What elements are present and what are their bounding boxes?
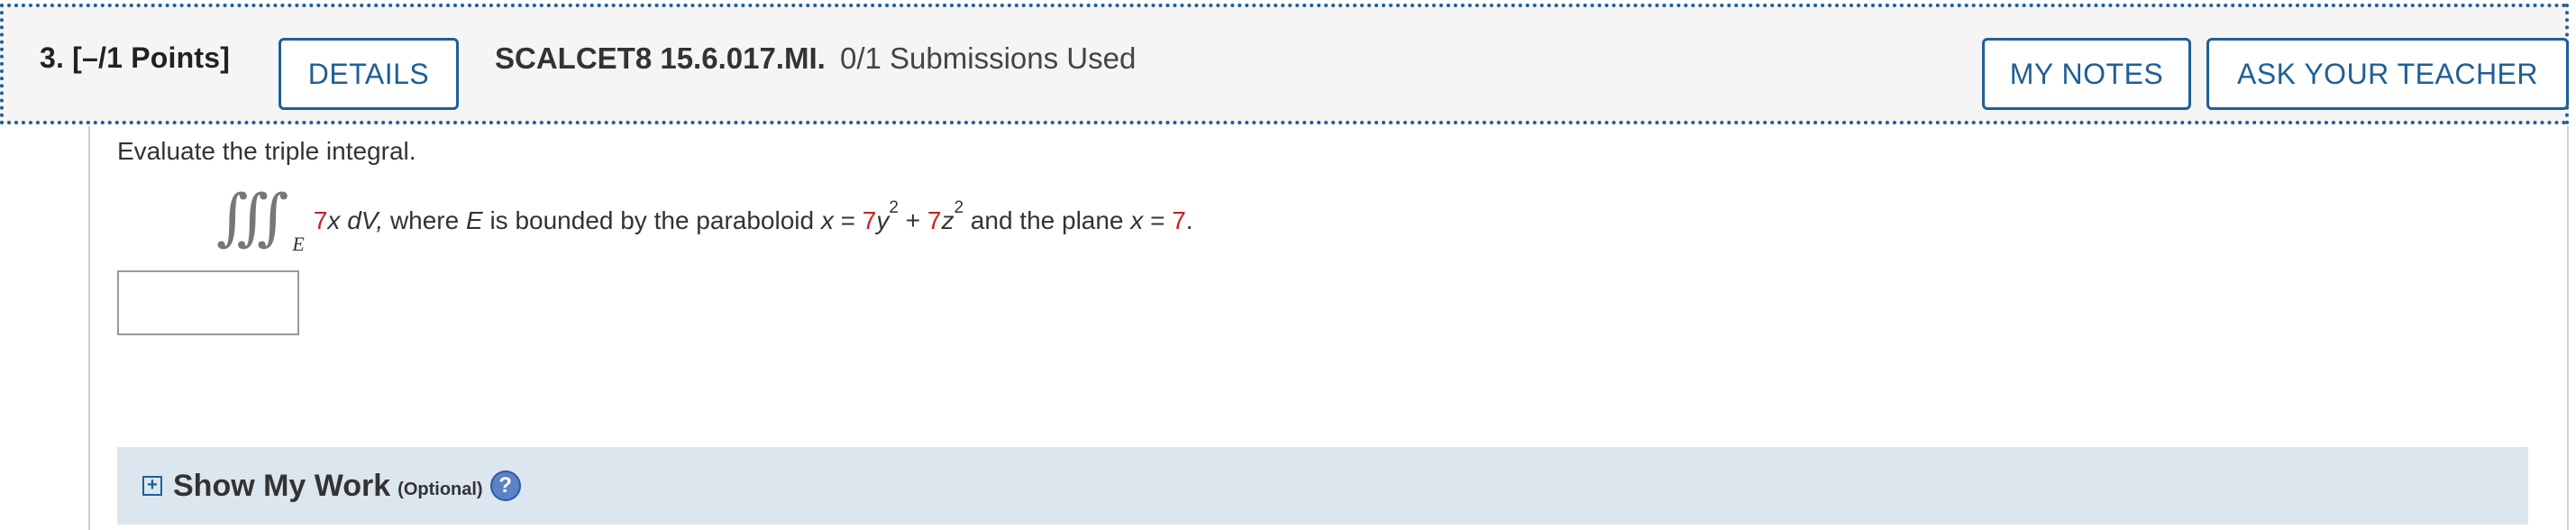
coefficient-z: 7 xyxy=(927,206,942,234)
var-E: E xyxy=(465,206,483,234)
question-header: 3. [–/1 Points] DETAILS SCALCET8 15.6.01… xyxy=(0,4,2569,124)
period: . xyxy=(1185,206,1193,234)
question-number-points: 3. [–/1 Points] xyxy=(40,41,231,74)
show-my-work-title[interactable]: Show My Work xyxy=(173,469,390,504)
expand-plus-icon[interactable]: + xyxy=(142,476,162,496)
integral-region-subscript: E xyxy=(292,233,305,255)
submissions-used: 0/1 Submissions Used xyxy=(840,41,1137,75)
details-button[interactable]: DETAILS xyxy=(279,38,459,110)
var-x-plane: x xyxy=(1130,206,1144,234)
text-where: where xyxy=(389,206,460,234)
plane-value: 7 xyxy=(1172,206,1186,234)
answer-input[interactable] xyxy=(117,270,299,335)
triple-integral-symbol: ∭ xyxy=(216,181,289,253)
integral-expression: ∭ E 7x dV, where E is bounded by the par… xyxy=(216,180,1193,261)
integrand-rest: x dV, xyxy=(327,206,384,234)
help-icon[interactable]: ? xyxy=(489,471,521,501)
problem-code: SCALCET8 15.6.017.MI. xyxy=(495,41,826,75)
var-x: x xyxy=(820,206,834,234)
text-plane: and the plane xyxy=(970,206,1124,234)
exponent-y: 2 xyxy=(889,198,899,217)
equals-sign: = xyxy=(840,206,855,234)
exponent-z: 2 xyxy=(954,198,964,217)
show-my-work-bar[interactable]: + Show My Work (Optional) ? xyxy=(117,447,2528,525)
question-prompt: Evaluate the triple integral. xyxy=(117,137,416,165)
integrand-coefficient: 7 xyxy=(313,206,328,234)
optional-label: (Optional) xyxy=(397,479,483,499)
my-notes-button[interactable]: MY NOTES xyxy=(1982,38,2191,110)
var-y: y xyxy=(876,206,890,234)
equals-sign-plane: = xyxy=(1150,206,1165,234)
plus-sign: + xyxy=(905,206,921,234)
var-z: z xyxy=(941,206,955,234)
ask-your-teacher-button[interactable]: ASK YOUR TEACHER xyxy=(2206,38,2569,110)
text-bounded: is bounded by the paraboloid xyxy=(489,206,815,234)
coefficient-y: 7 xyxy=(862,206,877,234)
